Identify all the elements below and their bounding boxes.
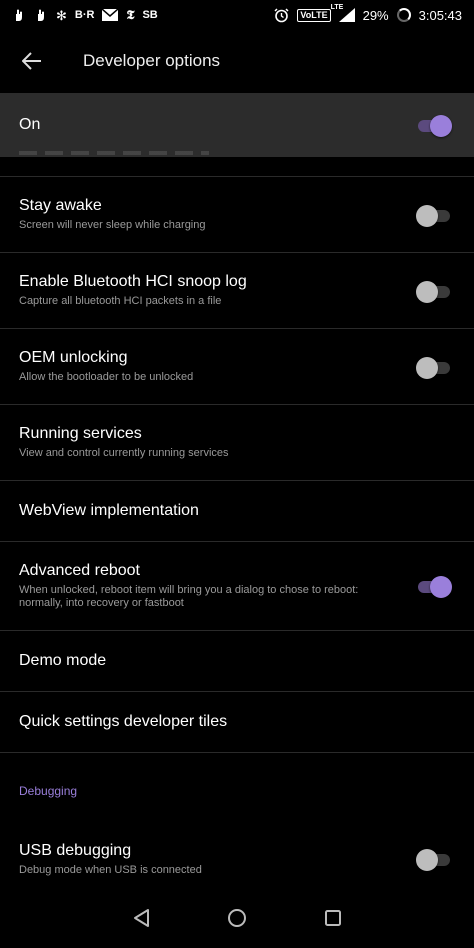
setting-quick-settings-tiles[interactable]: Quick settings developer tiles xyxy=(0,692,474,753)
setting-title: Stay awake xyxy=(19,197,102,214)
arrow-left-icon xyxy=(21,46,42,77)
circle-home-icon xyxy=(227,908,247,933)
pinwheel-icon: ✻ xyxy=(56,7,67,23)
toggle-thumb xyxy=(416,849,438,871)
setting-title: Quick settings developer tiles xyxy=(19,713,228,730)
setting-bluetooth-hci-snoop[interactable]: Enable Bluetooth HCI snoop log Capture a… xyxy=(0,253,474,329)
toggle-thumb xyxy=(416,204,438,227)
bluetooth-hci-toggle[interactable] xyxy=(416,280,452,303)
back-button[interactable] xyxy=(0,30,64,92)
setting-title: Advanced reboot xyxy=(19,562,140,579)
hand-icon xyxy=(12,8,26,22)
setting-title: Running services xyxy=(19,425,142,442)
setting-webview-implementation[interactable]: WebView implementation xyxy=(0,481,474,542)
oem-unlocking-toggle[interactable] xyxy=(416,356,452,379)
setting-subtitle: Allow the bootloader to be unlocked xyxy=(19,371,194,383)
battery-percent: 29% xyxy=(362,7,389,23)
mail-icon xyxy=(102,9,119,21)
setting-stay-awake[interactable]: Stay awake Screen will never sleep while… xyxy=(0,177,474,253)
master-switch-toggle[interactable] xyxy=(416,114,452,137)
section-header-debugging: Debugging xyxy=(19,784,78,798)
sb-logo: SB xyxy=(142,9,158,21)
setting-subtitle: Screen will never sleep while charging xyxy=(19,219,206,231)
setting-subtitle: View and control currently running servi… xyxy=(19,447,229,459)
master-switch-label: On xyxy=(19,116,41,133)
square-recents-icon xyxy=(324,909,342,932)
toggle-thumb xyxy=(430,115,452,137)
setting-running-services[interactable]: Running services View and control curren… xyxy=(0,405,474,481)
master-switch-row[interactable]: On xyxy=(0,93,474,157)
setting-title: Demo mode xyxy=(19,652,107,669)
clipped-previous-item xyxy=(0,151,474,177)
advanced-reboot-toggle[interactable] xyxy=(416,575,452,598)
setting-title: USB debugging xyxy=(19,841,132,859)
clipped-text-fragment xyxy=(19,151,209,155)
navigation-bar xyxy=(0,892,474,948)
lte-label: LTE xyxy=(330,4,344,11)
setting-oem-unlocking[interactable]: OEM unlocking Allow the bootloader to be… xyxy=(0,329,474,405)
page-title: Developer options xyxy=(83,51,221,70)
status-bar: ✻ B·R 𝕿 SB VoLTE LTE 29% 3:05:43 xyxy=(0,0,474,30)
setting-title: OEM unlocking xyxy=(19,349,128,366)
toggle-thumb xyxy=(416,356,438,379)
volte-badge: VoLTE xyxy=(297,8,331,22)
nav-home-button[interactable] xyxy=(225,908,249,932)
nav-back-button[interactable] xyxy=(129,908,153,932)
battery-icon xyxy=(396,8,411,22)
setting-advanced-reboot[interactable]: Advanced reboot When unlocked, reboot it… xyxy=(0,542,474,631)
setting-title: Enable Bluetooth HCI snoop log xyxy=(19,273,247,290)
notification-icons: ✻ B·R 𝕿 SB xyxy=(12,8,158,22)
hand-icon xyxy=(34,8,48,22)
setting-subtitle: When unlocked, reboot item will bring yo… xyxy=(19,584,359,609)
settings-list: Stay awake Screen will never sleep while… xyxy=(0,177,474,889)
setting-title: WebView implementation xyxy=(19,502,199,519)
toggle-thumb xyxy=(430,576,452,598)
app-bar: Developer options xyxy=(0,30,474,92)
toggle-thumb xyxy=(416,280,438,303)
nav-recents-button[interactable] xyxy=(321,908,345,932)
usb-debugging-toggle[interactable] xyxy=(416,848,452,871)
setting-demo-mode[interactable]: Demo mode xyxy=(0,631,474,692)
clock: 3:05:43 xyxy=(418,7,462,23)
signal-icon: LTE xyxy=(331,4,355,22)
nyt-icon: 𝕿 xyxy=(126,7,135,23)
setting-usb-debugging[interactable]: USB debugging Debug mode when USB is con… xyxy=(0,829,474,889)
setting-subtitle: Debug mode when USB is connected xyxy=(19,863,202,876)
br-logo: B·R xyxy=(74,9,95,21)
stay-awake-toggle[interactable] xyxy=(416,204,452,227)
alarm-icon xyxy=(274,7,289,23)
system-icons: VoLTE LTE 29% 3:05:43 xyxy=(274,4,462,23)
setting-subtitle: Capture all bluetooth HCI packets in a f… xyxy=(19,295,222,307)
triangle-back-icon xyxy=(132,908,150,933)
